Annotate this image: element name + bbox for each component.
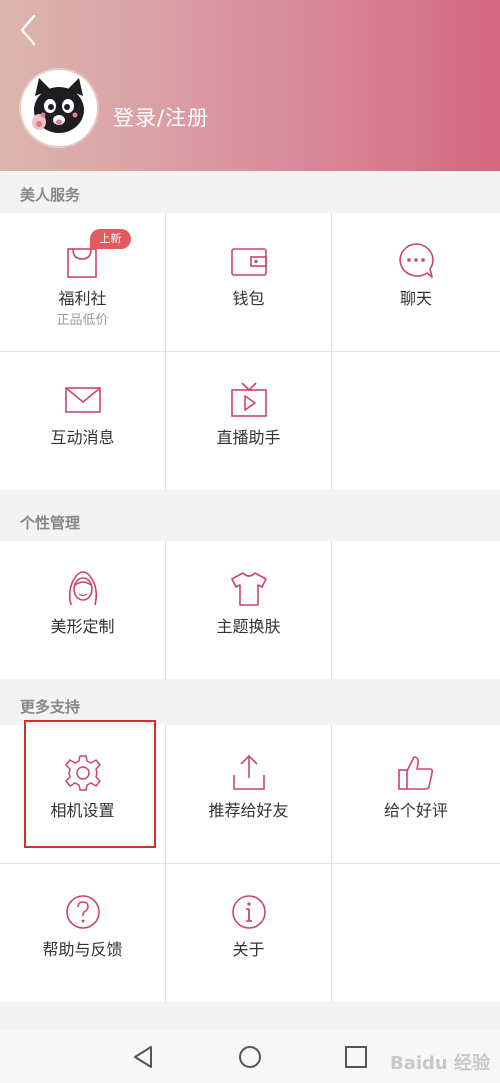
thumbs-up-icon bbox=[398, 756, 434, 790]
profile-header: 登录/注册 bbox=[0, 0, 500, 171]
cat-avatar-icon bbox=[21, 70, 97, 146]
section-title-personal: 个性管理 bbox=[20, 514, 81, 532]
back-button[interactable] bbox=[14, 12, 46, 48]
info-icon bbox=[231, 895, 266, 929]
rate-app-item[interactable]: 给个好评 bbox=[332, 725, 500, 863]
section-title-beauty-services: 美人服务 bbox=[20, 186, 81, 204]
live-assistant-label: 直播助手 bbox=[216, 428, 281, 447]
empty-cell bbox=[332, 352, 500, 490]
chat-item[interactable]: 聊天 bbox=[332, 213, 500, 351]
baidu-watermark: Baidu 经验 bbox=[389, 1053, 490, 1074]
new-badge: 上新 bbox=[90, 229, 131, 249]
system-navigation-bar: Baidu 经验 bbox=[0, 1030, 500, 1083]
about-label: 关于 bbox=[232, 940, 265, 959]
beauty-services-grid: 福利社 正品低价 钱包 聊天 互动消息 直播助手 bbox=[0, 213, 500, 490]
envelope-icon bbox=[64, 387, 101, 413]
recommend-friend-label: 推荐给好友 bbox=[208, 801, 289, 820]
beauty-custom-item[interactable]: 美形定制 bbox=[0, 541, 166, 679]
live-assistant-item[interactable]: 直播助手 bbox=[166, 352, 332, 490]
chat-label: 聊天 bbox=[399, 289, 432, 308]
help-feedback-label: 帮助与反馈 bbox=[42, 940, 123, 959]
interactive-messages-label: 互动消息 bbox=[50, 428, 115, 447]
help-icon bbox=[65, 895, 100, 929]
triangle-back-icon bbox=[134, 1046, 152, 1068]
wallet-label: 钱包 bbox=[232, 289, 265, 308]
login-register-link[interactable]: 登录/注册 bbox=[113, 102, 209, 132]
wallet-icon bbox=[230, 248, 267, 276]
recommend-friend-item[interactable]: 推荐给好友 bbox=[166, 725, 332, 863]
gear-icon bbox=[64, 755, 101, 791]
support-grid: 相机设置 推荐给好友 给个好评 帮助与反馈 关于 bbox=[0, 725, 500, 1002]
camera-settings-item[interactable]: 相机设置 bbox=[0, 725, 166, 863]
nav-recents-button[interactable] bbox=[343, 1044, 369, 1070]
rate-app-label: 给个好评 bbox=[383, 801, 448, 820]
beauty-custom-label: 美形定制 bbox=[50, 617, 115, 636]
help-feedback-item[interactable]: 帮助与反馈 bbox=[0, 864, 166, 1002]
personal-grid: 美形定制 主题换肤 bbox=[0, 541, 500, 679]
empty-cell bbox=[332, 864, 500, 1002]
chevron-left-icon bbox=[20, 14, 36, 46]
nav-home-button[interactable] bbox=[237, 1044, 263, 1070]
avatar[interactable] bbox=[21, 70, 97, 146]
welfare-shop-sublabel: 正品低价 bbox=[56, 313, 109, 328]
welfare-shop-label: 福利社 bbox=[58, 289, 107, 308]
interactive-messages-item[interactable]: 互动消息 bbox=[0, 352, 166, 490]
welfare-shop-item[interactable]: 福利社 正品低价 bbox=[0, 213, 166, 351]
empty-cell bbox=[332, 541, 500, 679]
circle-home-icon bbox=[239, 1046, 261, 1068]
square-recents-icon bbox=[345, 1046, 367, 1068]
theme-skin-label: 主题换肤 bbox=[216, 617, 281, 636]
about-item[interactable]: 关于 bbox=[166, 864, 332, 1002]
tshirt-icon bbox=[230, 572, 267, 606]
camera-settings-label: 相机设置 bbox=[50, 801, 115, 820]
section-title-support: 更多支持 bbox=[20, 698, 81, 716]
share-upload-icon bbox=[232, 754, 265, 790]
chat-bubble-icon bbox=[399, 243, 434, 278]
tv-play-icon bbox=[230, 382, 267, 417]
nav-back-button[interactable] bbox=[131, 1044, 157, 1070]
wallet-item[interactable]: 钱包 bbox=[166, 213, 332, 351]
theme-skin-item[interactable]: 主题换肤 bbox=[166, 541, 332, 679]
face-icon bbox=[68, 571, 97, 606]
